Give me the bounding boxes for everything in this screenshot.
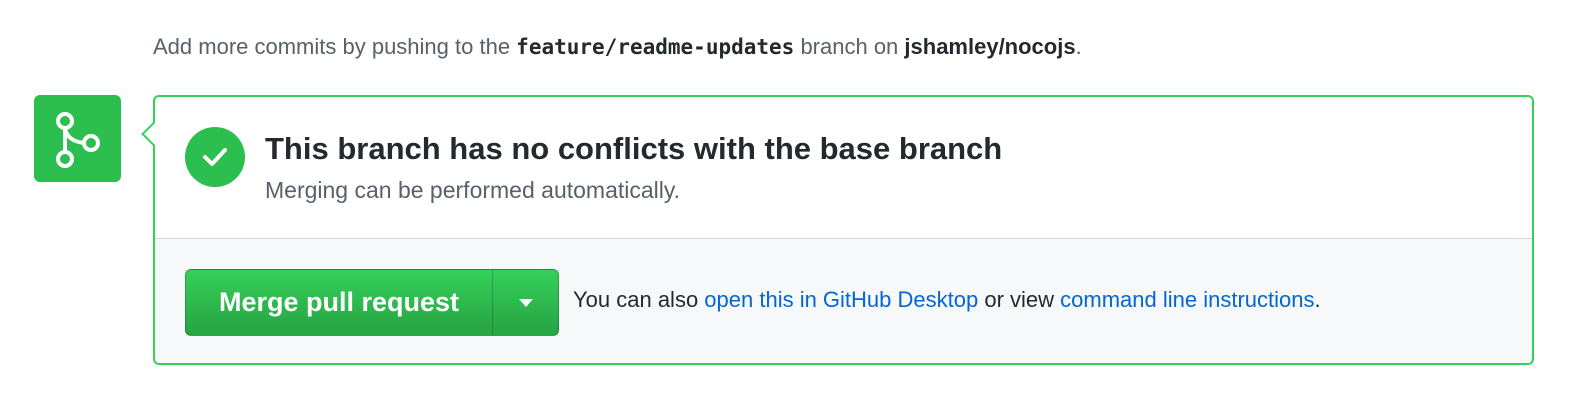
command-line-instructions-link[interactable]: command line instructions	[1060, 287, 1314, 312]
push-hint-prefix: Add more commits by pushing to the	[153, 34, 517, 59]
merge-status-panel: This branch has no conflicts with the ba…	[141, 95, 1534, 365]
merge-status-header: This branch has no conflicts with the ba…	[155, 97, 1532, 239]
push-hint-middle: branch on	[794, 34, 905, 59]
triangle-down-icon	[518, 298, 533, 307]
merge-status-title: This branch has no conflicts with the ba…	[265, 131, 1003, 166]
merge-section: Add more commits by pushing to the featu…	[0, 0, 1586, 400]
push-hint: Add more commits by pushing to the featu…	[153, 30, 1082, 64]
alternatives-middle: or view	[978, 287, 1061, 312]
merge-method-dropdown-button[interactable]	[493, 269, 559, 336]
alternatives-suffix: .	[1314, 287, 1321, 312]
git-merge-icon	[34, 95, 121, 182]
check-icon-glyph	[203, 148, 227, 166]
merge-button-group: Merge pull request	[185, 269, 559, 336]
merge-pull-request-button[interactable]: Merge pull request	[185, 269, 493, 336]
alternative-options: You can also open this in GitHub Desktop…	[573, 287, 1321, 313]
git-merge-icon-glyph	[55, 111, 100, 168]
alternatives-prefix: You can also	[573, 287, 705, 312]
open-in-github-desktop-link[interactable]: open this in GitHub Desktop	[704, 287, 978, 312]
branch-name: feature/readme-updates	[516, 35, 795, 59]
merge-actions: Merge pull request You can also open thi…	[155, 239, 1532, 363]
check-icon	[185, 127, 245, 187]
merge-status-subtitle: Merging can be performed automatically.	[265, 177, 681, 203]
push-hint-suffix: .	[1075, 34, 1082, 59]
repo-name: jshamley/nocojs	[904, 34, 1076, 59]
